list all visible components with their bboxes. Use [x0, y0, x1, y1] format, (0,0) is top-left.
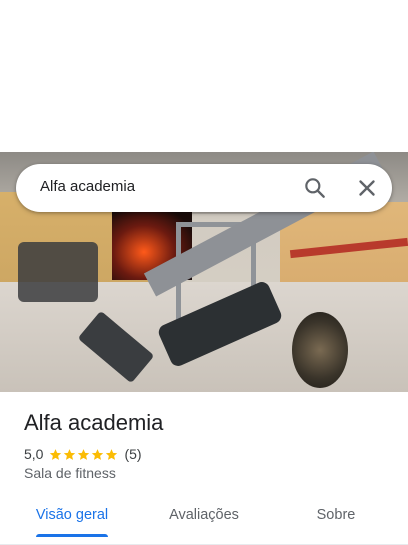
place-title: Alfa academia	[24, 410, 164, 435]
tab-sobre[interactable]: Sobre	[296, 496, 376, 534]
star-icon	[50, 448, 62, 460]
close-icon	[359, 180, 375, 196]
star-icon	[78, 448, 90, 460]
blank-area	[0, 0, 408, 152]
photo-weight-plate	[292, 312, 348, 388]
star-icon	[106, 448, 118, 460]
tab-visao-geral[interactable]: Visão geral	[20, 496, 124, 534]
search-bar[interactable]: Alfa academia	[16, 164, 392, 212]
review-count[interactable]: (5)	[124, 446, 141, 462]
tab-bar: Visão geral Avaliações Sobre	[0, 496, 408, 545]
place-category: Sala de fitness	[24, 465, 116, 481]
star-icon	[64, 448, 76, 460]
active-tab-indicator	[36, 534, 108, 537]
rating-row[interactable]: 5,0 (5)	[24, 445, 142, 463]
search-input[interactable]: Alfa academia	[40, 178, 135, 195]
close-button[interactable]	[354, 175, 380, 201]
photo-gym-machine	[18, 242, 98, 302]
rating-value: 5,0	[24, 446, 44, 462]
tab-avaliacoes[interactable]: Avaliações	[154, 496, 254, 534]
search-button[interactable]	[302, 175, 328, 201]
star-icon	[92, 448, 104, 460]
search-icon	[305, 178, 325, 198]
star-rating	[49, 448, 118, 461]
